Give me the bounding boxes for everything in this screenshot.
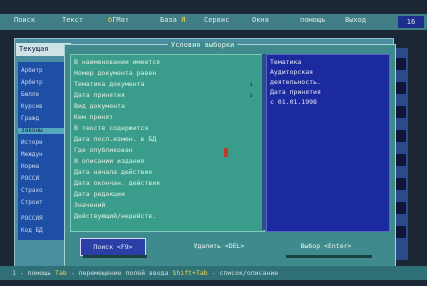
selected-marker-icon: ↓: [249, 91, 254, 99]
criterion-item[interactable]: Дата начала действия: [74, 169, 152, 176]
menu-search[interactable]: Поиск: [14, 17, 35, 24]
list-item[interactable]: Код БД: [21, 228, 43, 234]
criterion-item[interactable]: В тексте содержится: [74, 125, 148, 132]
dialog-title: Условия выборки: [168, 42, 238, 49]
delete-button[interactable]: Удалить <DEL>: [172, 238, 266, 254]
menu-format[interactable]: бГМат: [108, 17, 129, 24]
summary-line: Тематика: [270, 58, 302, 66]
list-item[interactable]: Бюлле: [21, 92, 39, 98]
selected-marker-icon: ↓: [249, 80, 254, 88]
menu-service[interactable]: Сервис: [204, 17, 229, 24]
criterion-item[interactable]: Тематика документа: [74, 81, 144, 88]
criterion-item[interactable]: Дата посл.измен. в БД: [74, 136, 156, 143]
menu-windows[interactable]: Окна: [252, 17, 269, 24]
menu-exit[interactable]: Выход: [345, 17, 366, 24]
list-item[interactable]: Арбитр: [21, 68, 43, 74]
menu-base[interactable]: База Я: [160, 17, 185, 24]
text-cursor: [224, 148, 228, 157]
menu-help[interactable]: помощь: [300, 17, 325, 24]
database-list[interactable]: Арбитр Арбитр Бюлле Курсив Гражд Законы …: [18, 62, 68, 240]
summary-line: Дата принятия: [270, 88, 321, 96]
button-shadow: [83, 255, 147, 258]
clock-indicator: 16: [398, 16, 424, 28]
criterion-item[interactable]: Кем принят: [74, 114, 113, 121]
criterion-item[interactable]: Дата принятия: [74, 92, 125, 99]
menu-bar: Поиск Текст бГМат База Я Сервис Окна пом…: [0, 14, 427, 30]
tab-current[interactable]: Текущая: [16, 43, 71, 56]
criterion-item[interactable]: В наименовании имеется: [74, 59, 160, 66]
status-bar: 1 - помощь Tab - перемещение полей ввода…: [0, 266, 427, 280]
list-item[interactable]: Курсив: [21, 104, 43, 110]
list-item[interactable]: Гражд: [21, 116, 39, 122]
list-item[interactable]: РОССИЯ: [21, 216, 43, 222]
button-shadow: [286, 255, 372, 258]
criterion-item[interactable]: Значений: [74, 202, 105, 209]
list-item[interactable]: Междун: [21, 152, 43, 158]
summary-line: с 01.01.1998: [270, 98, 317, 106]
summary-line: деятельность.: [270, 78, 321, 86]
list-item[interactable]: Норма: [21, 164, 39, 170]
list-item[interactable]: РОССИ: [21, 176, 39, 182]
summary-line: Аудиторская: [270, 68, 314, 76]
criterion-item[interactable]: Вид документа: [74, 103, 125, 110]
choose-button[interactable]: Выбор <Enter>: [283, 238, 369, 254]
menu-text[interactable]: Текст: [62, 17, 83, 24]
right-scroll-strip: [394, 48, 408, 260]
search-button[interactable]: Поиск <F9>: [80, 238, 146, 256]
criterion-item[interactable]: В описании издания: [74, 158, 144, 165]
list-item[interactable]: Строит: [21, 200, 43, 206]
list-item[interactable]: Истори: [21, 140, 43, 146]
criterion-item[interactable]: Дата редакции: [74, 191, 125, 198]
list-item-selected[interactable]: Законы: [18, 128, 68, 134]
criterion-item[interactable]: Дата окончан. действия: [74, 180, 160, 187]
list-item[interactable]: Страхо: [21, 188, 43, 194]
list-item[interactable]: Арбитр: [21, 80, 43, 86]
criterion-item[interactable]: Где опубликован: [74, 147, 133, 154]
criterion-item[interactable]: Действующий/недейств.: [74, 213, 156, 220]
criterion-item[interactable]: Номер документа равен: [74, 70, 156, 77]
conditions-summary: Тематика Аудиторская деятельность. Дата …: [266, 54, 390, 232]
criteria-list[interactable]: В наименовании имеется Номер документа р…: [70, 54, 265, 232]
